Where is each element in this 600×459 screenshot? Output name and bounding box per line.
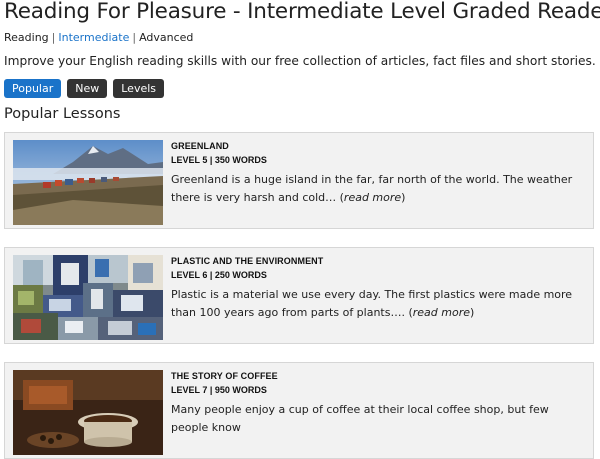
breadcrumb-separator: | [51, 31, 56, 44]
read-more-link[interactable]: read more [344, 191, 401, 204]
coffee-thumbnail[interactable] [13, 370, 163, 455]
plastic-thumbnail[interactable] [13, 255, 163, 340]
breadcrumb-intermediate[interactable]: Intermediate [58, 31, 129, 44]
lesson-excerpt: Greenland is a huge island in the far, f… [171, 171, 583, 207]
lesson-level: LEVEL 6 | 250 WORDS [171, 270, 267, 280]
new-button[interactable]: New [67, 79, 108, 98]
breadcrumb-reading[interactable]: Reading [4, 31, 49, 44]
lesson-excerpt-close: ) [470, 306, 475, 319]
lesson-excerpt: Many people enjoy a cup of coffee at the… [171, 401, 583, 437]
lesson-card-plastic[interactable]: PLASTIC AND THE ENVIRONMENT LEVEL 6 | 25… [4, 247, 594, 344]
levels-button[interactable]: Levels [113, 79, 165, 98]
lesson-title[interactable]: PLASTIC AND THE ENVIRONMENT [171, 255, 583, 268]
lesson-excerpt-close: ) [401, 191, 406, 204]
lesson-title[interactable]: THE STORY OF COFFEE [171, 370, 583, 383]
intro-text: Improve your English reading skills with… [4, 54, 596, 68]
lesson-level: LEVEL 5 | 350 WORDS [171, 155, 267, 165]
page-title: Reading For Pleasure - Intermediate Leve… [4, 0, 600, 24]
breadcrumb-advanced[interactable]: Advanced [139, 31, 193, 44]
greenland-thumbnail[interactable] [13, 140, 163, 225]
lesson-excerpt-text: Many people enjoy a cup of coffee at the… [171, 403, 549, 434]
lesson-excerpt: Plastic is a material we use every day. … [171, 286, 583, 322]
read-more-link[interactable]: read more [413, 306, 470, 319]
filter-buttons: Popular New Levels [4, 79, 165, 98]
section-title: Popular Lessons [4, 106, 121, 122]
breadcrumb: Reading | Intermediate | Advanced [4, 31, 193, 44]
lesson-excerpt-text: Plastic is a material we use every day. … [171, 288, 573, 319]
lesson-title[interactable]: GREENLAND [171, 140, 583, 153]
breadcrumb-separator: | [132, 31, 137, 44]
lesson-card-coffee[interactable]: THE STORY OF COFFEE LEVEL 7 | 950 WORDS … [4, 362, 594, 459]
popular-button[interactable]: Popular [4, 79, 62, 98]
lesson-level: LEVEL 7 | 950 WORDS [171, 385, 267, 395]
lesson-card-greenland[interactable]: GREENLAND LEVEL 5 | 350 WORDS Greenland … [4, 132, 594, 229]
